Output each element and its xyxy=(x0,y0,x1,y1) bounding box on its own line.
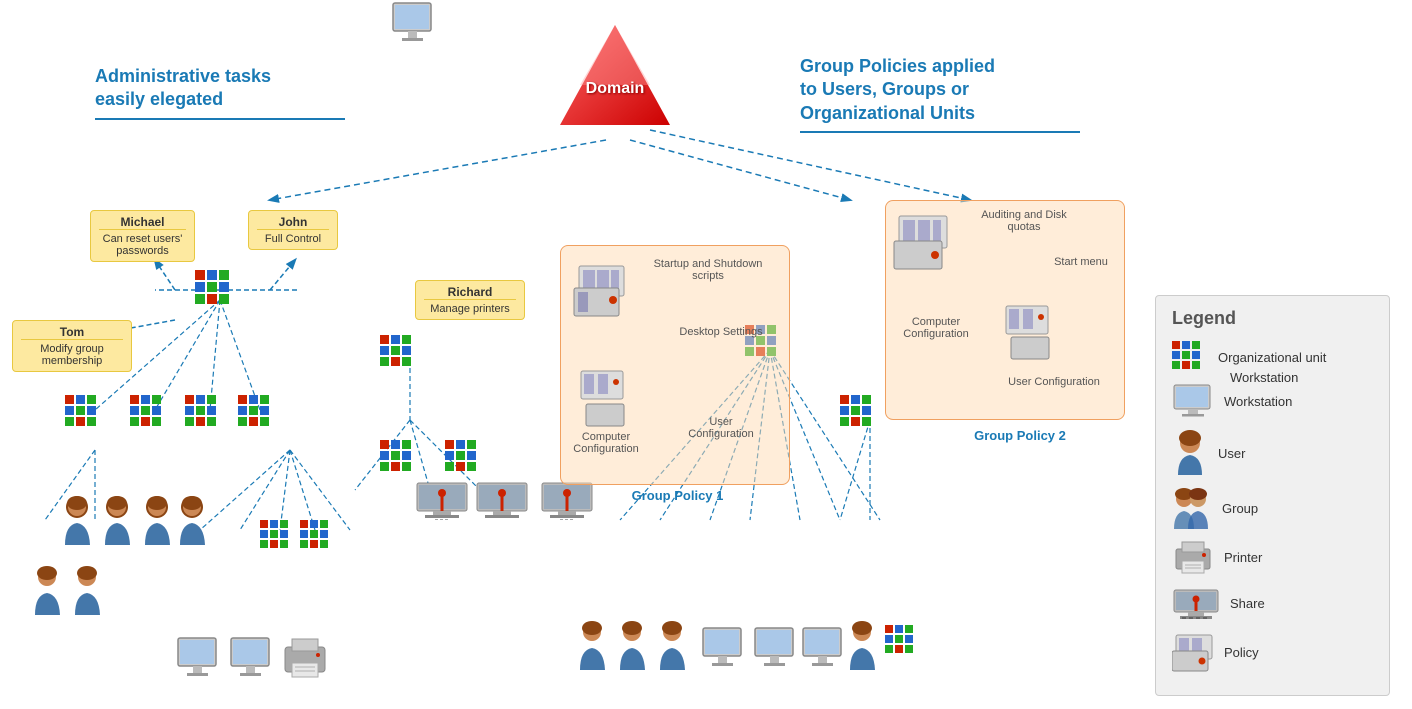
share-icon-2 xyxy=(475,475,530,525)
legend-label-policy: Policy xyxy=(1224,645,1259,660)
ou-icon-richard xyxy=(380,335,418,375)
workstation-detected-label: Workstation xyxy=(1230,370,1298,385)
user-fig-1 xyxy=(60,495,95,555)
user-right-4 xyxy=(845,620,880,680)
group-policy-2-title: Group Policy 2 xyxy=(950,428,1090,443)
gp2-cc-label: Computer Configuration xyxy=(891,316,981,340)
gp2-server-1 xyxy=(891,211,956,296)
legend-label-ou: Organizational unit xyxy=(1218,350,1326,365)
ou-icon-1 xyxy=(65,395,103,435)
gp2-startmenu-label: Start menu xyxy=(1046,256,1116,268)
ou-icon-right2 xyxy=(840,395,878,435)
user-fig-2 xyxy=(100,495,135,555)
legend-row-policy: Policy xyxy=(1172,631,1373,673)
user-right-2 xyxy=(615,620,650,680)
ou-sub2 xyxy=(300,520,335,557)
gp1-uc-label: User Configuration xyxy=(681,416,761,440)
legend-title: Legend xyxy=(1172,308,1373,329)
john-box: John Full Control xyxy=(248,210,338,250)
legend-row-printer: Printer xyxy=(1172,539,1373,575)
gp1-cc-label: Computer Configuration xyxy=(566,431,646,455)
domain-label: Domain xyxy=(555,80,675,98)
user-right-3 xyxy=(655,620,690,680)
ou-small-right xyxy=(885,625,917,660)
legend-row-workstation: Workstation xyxy=(1172,383,1373,419)
legend-label-workstation: Workstation xyxy=(1224,394,1292,409)
legend-row-ou: Organizational unit xyxy=(1172,341,1373,373)
legend-row-share: Share xyxy=(1172,585,1373,621)
workstation-2 xyxy=(228,635,273,690)
gp1-desktop-label: Desktop Settings xyxy=(671,326,771,338)
group-policy-2-box: Auditing and Disk quotas Start menu Comp… xyxy=(885,200,1125,420)
workstation-1 xyxy=(175,635,220,690)
ou-icon-3 xyxy=(185,395,223,435)
legend-label-user: User xyxy=(1218,446,1245,461)
ou-icon-2 xyxy=(130,395,168,435)
group-policy-1-title: Group Policy 1 xyxy=(605,488,750,503)
user-fig-4 xyxy=(175,495,210,555)
legend-container: Legend Organizational unit Workstation xyxy=(1155,295,1390,696)
legend-label-group: Group xyxy=(1222,501,1258,516)
ws-right-2 xyxy=(752,625,797,680)
gp2-server-2 xyxy=(1001,301,1061,376)
user-fig-5 xyxy=(30,565,65,625)
ou-icon-mid2 xyxy=(445,440,483,480)
workstation-3 xyxy=(390,0,435,55)
gp2-auditing-label: Auditing and Disk quotas xyxy=(964,209,1084,233)
ou-icon-4 xyxy=(238,395,276,435)
group-policy-1-box: Startup and Shutdown scripts Desktop Set… xyxy=(560,245,790,485)
tom-box: Tom Modify group membership xyxy=(12,320,132,372)
user-fig-3 xyxy=(140,495,175,555)
policy-server-2 xyxy=(576,366,636,441)
right-heading: Group Policies applied to Users, Groups … xyxy=(800,55,1080,133)
ws-right-1 xyxy=(700,625,745,680)
legend-row-group: Group xyxy=(1172,487,1373,529)
legend-label-share: Share xyxy=(1230,596,1265,611)
ou-icon-mid1 xyxy=(380,440,418,480)
user-fig-6 xyxy=(70,565,105,625)
policy-server-1 xyxy=(571,256,636,341)
ws-right-3 xyxy=(800,625,845,680)
user-right-1 xyxy=(575,620,610,680)
left-heading: Administrative tasks easily elegated xyxy=(95,65,345,120)
legend-row-user: User xyxy=(1172,429,1373,477)
ou-sub1 xyxy=(260,520,295,557)
share-icon-1 xyxy=(415,475,470,525)
ou-icon-main xyxy=(195,270,240,315)
legend-label-printer: Printer xyxy=(1224,550,1262,565)
printer-icon-bottom xyxy=(280,635,330,685)
richard-box: Richard Manage printers xyxy=(415,280,525,320)
michael-box: Michael Can reset users' passwords xyxy=(90,210,195,262)
gp1-startup-label: Startup and Shutdown scripts xyxy=(643,258,773,282)
gp2-uc-label: User Configuration xyxy=(1004,376,1104,388)
